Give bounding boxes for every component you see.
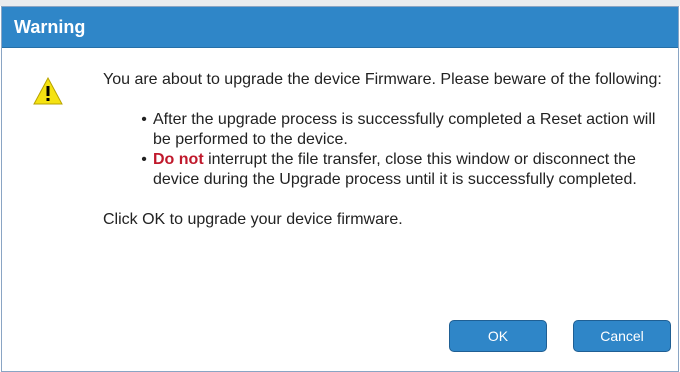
danger-prefix: Do not (153, 151, 204, 168)
bullet-icon: • (141, 111, 147, 128)
cancel-button[interactable]: Cancel (573, 320, 671, 352)
dialog-message: You are about to upgrade the device Firm… (103, 70, 663, 230)
warning-icon (33, 77, 63, 105)
bullet-icon: • (141, 151, 147, 168)
warning-list: • After the upgrade process is successfu… (103, 110, 663, 190)
intro-text: You are about to upgrade the device Firm… (103, 71, 662, 88)
dialog-titlebar: Warning (2, 7, 678, 48)
warning-dialog: Warning You are about to upgrade the dev… (1, 6, 679, 372)
bullet-text: interrupt the file transfer, close this … (153, 151, 637, 188)
outro-text: Click OK to upgrade your device firmware… (103, 211, 403, 228)
dialog-title: Warning (14, 17, 86, 37)
list-item: • After the upgrade process is successfu… (141, 110, 663, 150)
bullet-text: After the upgrade process is successfull… (153, 111, 656, 148)
ok-button[interactable]: OK (449, 320, 547, 352)
list-item: • Do not interrupt the file transfer, cl… (141, 150, 663, 190)
